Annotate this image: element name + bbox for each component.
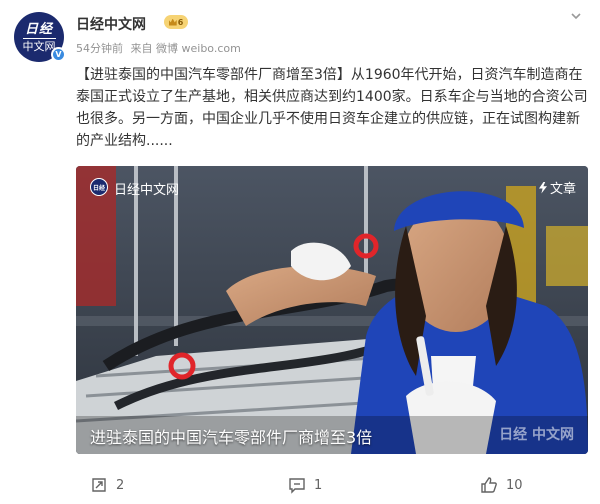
article-title: 进驻泰国的中国汽车零部件厂商增至3倍: [90, 428, 373, 447]
like-count: 10: [506, 477, 523, 493]
post-meta: 54分钟前 来自 微博 weibo.com: [76, 40, 245, 56]
thumbs-up-icon: [481, 477, 497, 493]
article-type-text: 文章: [549, 182, 576, 197]
crown-icon: [168, 18, 177, 26]
rank-level: 6: [177, 17, 184, 27]
action-bar: 2 1 10: [76, 476, 588, 496]
media-author-name: 日经中文网: [114, 183, 180, 198]
comment-icon: [289, 478, 305, 494]
watermark: 日经 中文网: [499, 427, 574, 443]
media-author-logo: 日经: [90, 178, 108, 196]
lightning-icon: [538, 181, 547, 194]
rank-badge[interactable]: 6: [164, 15, 188, 29]
verified-icon: V: [51, 47, 66, 62]
username[interactable]: 日经中文网: [76, 14, 146, 34]
article-type-label: 文章: [538, 178, 576, 197]
post-time[interactable]: 54分钟前: [76, 42, 123, 55]
avatar-text-1: 日经: [24, 21, 53, 37]
avatar-text-2: 中文网: [22, 37, 56, 53]
post-source: 来自 微博 weibo.com: [130, 42, 241, 55]
chevron-down-icon[interactable]: [570, 10, 582, 22]
repost-icon: [92, 478, 106, 492]
comment-count: 1: [314, 477, 323, 493]
article-card[interactable]: 日经 日经中文网 文章 进驻泰国的中国汽车零部件厂商增至3倍 日经 中文网: [76, 166, 588, 454]
repost-button[interactable]: 2: [90, 476, 124, 494]
repost-count: 2: [116, 477, 125, 493]
like-button[interactable]: 10: [480, 476, 523, 494]
article-photo: [76, 166, 588, 454]
comment-button[interactable]: 1: [288, 476, 322, 494]
post-text: 【进驻泰国的中国汽车零部件厂商增至3倍】从1960年代开始，日资汽车制造商在泰国…: [76, 67, 588, 149]
